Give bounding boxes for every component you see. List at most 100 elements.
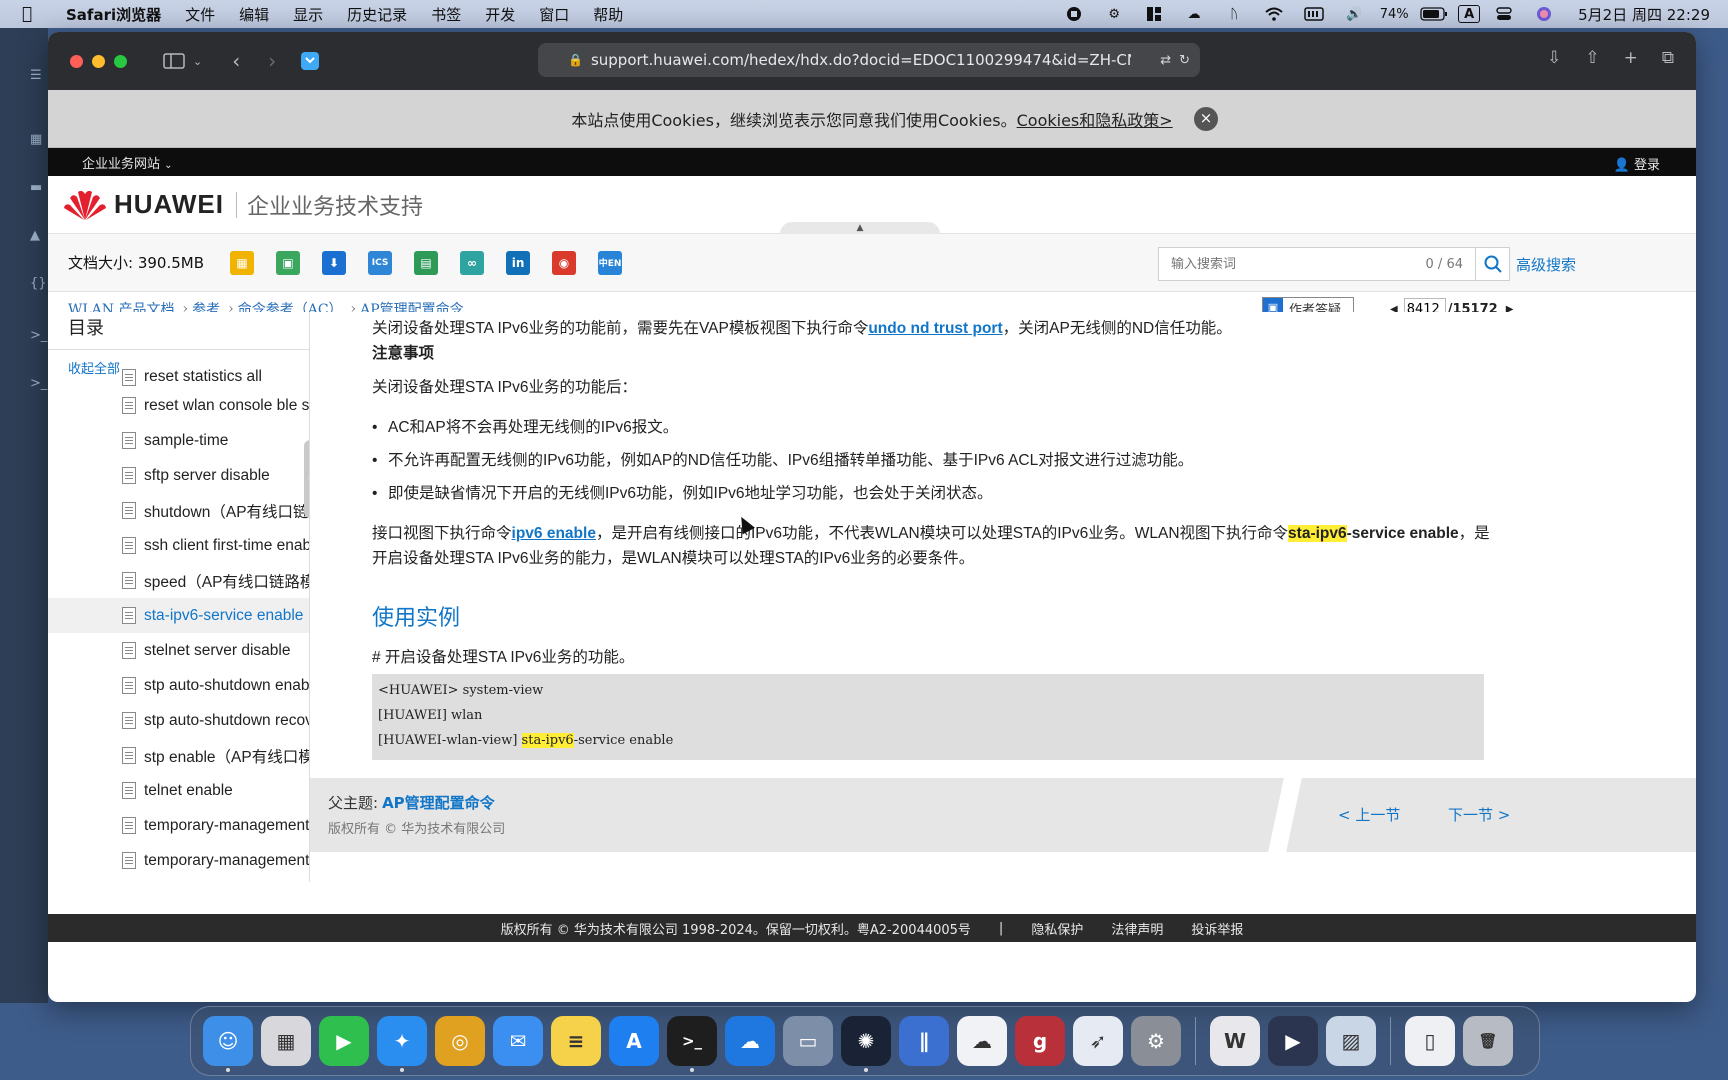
toc-item[interactable]: speed（AP有线口链路模 — [48, 563, 309, 598]
parent-topic-link[interactable]: AP管理配置命令 — [382, 794, 495, 812]
toc-item[interactable]: telnet enable — [48, 773, 309, 808]
toc-item[interactable]: sample-time — [48, 423, 309, 458]
linkedin-icon[interactable]: in — [506, 250, 531, 275]
address-bar[interactable]: 🔒 support.huawei.com/hedex/hdx.do?docid=… — [538, 43, 1200, 77]
tab-overview-icon[interactable]: ⧉ — [1662, 48, 1674, 68]
terminal-app[interactable]: >_ — [667, 1016, 717, 1072]
battery-icon[interactable] — [1418, 3, 1450, 25]
launchpad-app[interactable]: ▦ — [261, 1016, 311, 1066]
header-collapse-tab[interactable]: ▲ — [780, 222, 940, 234]
volume-icon[interactable]: 🔊 — [1338, 3, 1370, 25]
translate-icon[interactable]: ⇄ — [1160, 53, 1171, 68]
toc-item[interactable]: sftp server disable — [48, 458, 309, 493]
menu-history[interactable]: 历史记录 — [335, 4, 419, 25]
doc-search-field[interactable]: 0 / 64 — [1158, 247, 1476, 281]
toc-item[interactable]: temporary-management — [48, 843, 309, 878]
git-app[interactable]: g — [1015, 1016, 1065, 1066]
prev-section-link[interactable]: < 上一节 — [1338, 804, 1400, 825]
search-button[interactable] — [1476, 247, 1510, 281]
rocket-app[interactable]: ➶ — [1073, 1016, 1123, 1066]
cloud-client-app[interactable]: ☁ — [957, 1016, 1007, 1066]
pdf-icon[interactable]: ▦ — [230, 250, 255, 275]
reload-icon[interactable]: ↻ — [1179, 53, 1190, 68]
toc-item[interactable]: stp auto-shutdown enabl — [48, 668, 309, 703]
sidebar-toggle-icon[interactable] — [163, 53, 185, 69]
preview-app[interactable]: ▨ — [1326, 1016, 1376, 1066]
toc-item[interactable]: reset statistics all — [48, 366, 309, 388]
weibo-icon[interactable]: ◉ — [552, 250, 577, 275]
back-button[interactable]: ‹ — [232, 49, 240, 73]
mail-app[interactable]: ✉ — [493, 1016, 543, 1066]
huawei-logo[interactable]: HUAWEI — [62, 188, 224, 222]
menu-app-name[interactable]: Safari浏览器 — [54, 4, 173, 25]
toc-item[interactable]: sta-ipv6-service enable — [48, 598, 309, 633]
toc-item[interactable]: stp enable（AP有线口模 — [48, 738, 309, 773]
toc-item[interactable]: ssh client first-time enabl — [48, 528, 309, 563]
control-center-icon[interactable] — [1488, 3, 1520, 25]
toc-item[interactable]: temporary-management — [48, 808, 309, 843]
notification-icon[interactable]: ☁ — [1178, 3, 1210, 25]
safari-app[interactable]: ✦ — [377, 1016, 427, 1072]
feedback-icon[interactable]: ▤ — [414, 250, 439, 275]
forward-button[interactable]: › — [268, 49, 276, 73]
menu-window[interactable]: 窗口 — [527, 4, 581, 25]
remote-desktop-app[interactable]: ▭ — [783, 1016, 833, 1066]
menu-help[interactable]: 帮助 — [581, 4, 635, 25]
menu-bookmarks[interactable]: 书签 — [419, 4, 473, 25]
link-icon[interactable]: ∞ — [460, 250, 485, 275]
downloads-icon[interactable]: ⇩ — [1547, 48, 1561, 68]
cookie-close-button[interactable]: × — [1194, 107, 1218, 131]
chevron-down-icon[interactable]: ⌄ — [193, 55, 202, 68]
system-settings-app[interactable]: ⚙ — [1131, 1016, 1181, 1066]
wifi-icon[interactable] — [1258, 3, 1290, 25]
chatgpt-app[interactable]: ✺ — [841, 1016, 891, 1072]
extension-shield-icon[interactable] — [300, 51, 320, 71]
grid-icon[interactable] — [1138, 3, 1170, 25]
finder-app[interactable]: ☺ — [203, 1016, 253, 1072]
minimize-window-button[interactable] — [92, 54, 105, 68]
menu-view[interactable]: 显示 — [281, 4, 335, 25]
enterprise-site-menu[interactable]: 企业业务网站 ⌄ — [82, 153, 173, 172]
apple-menu-icon[interactable]:  — [0, 4, 54, 24]
menubar-clock[interactable]: 5月2日 周四 22:29 — [1578, 4, 1710, 25]
chrome-app[interactable]: ◎ — [435, 1016, 485, 1066]
input-method-icon[interactable]: A — [1458, 5, 1481, 23]
bluetooth-icon[interactable]: ᚢ — [1218, 3, 1250, 25]
parallels-app[interactable]: ∥ — [899, 1016, 949, 1066]
document-folder[interactable]: ▯ — [1405, 1016, 1455, 1066]
toc-item[interactable]: stp auto-shutdown recov — [48, 703, 309, 738]
record-icon[interactable] — [1058, 3, 1090, 25]
cookie-policy-link[interactable]: Cookies和隐私政策> — [1017, 107, 1173, 131]
close-window-button[interactable] — [70, 54, 83, 68]
language-icon[interactable]: 中EN — [598, 250, 623, 275]
report-link[interactable]: 投诉举报 — [1191, 919, 1243, 938]
command-link[interactable]: ipv6 enable — [512, 525, 596, 542]
toc-item[interactable]: stelnet server disable — [48, 633, 309, 668]
url-text[interactable]: support.huawei.com/hedex/hdx.do?docid=ED… — [591, 51, 1131, 69]
advanced-search-link[interactable]: 高级搜索 — [1516, 254, 1576, 275]
trash-app[interactable]: 🗑 — [1463, 1016, 1513, 1066]
privacy-link[interactable]: 隐私保护 — [1031, 919, 1083, 938]
next-section-link[interactable]: 下一节 > — [1448, 804, 1510, 825]
menu-file[interactable]: 文件 — [173, 4, 227, 25]
cloud-sync-app[interactable]: ☁ — [725, 1016, 775, 1066]
toc-item[interactable]: shutdown（AP有线口链路 — [48, 493, 309, 528]
video-app[interactable]: ▶ — [1268, 1016, 1318, 1066]
login-link[interactable]: 👤 登录 — [1614, 154, 1660, 173]
git-status-icon[interactable]: ⚙ — [1098, 3, 1130, 25]
share-icon[interactable]: ⇧ — [1585, 48, 1599, 68]
facetime-app[interactable]: ▶ — [319, 1016, 369, 1066]
toc-item[interactable]: reset wlan console ble st — [48, 388, 309, 423]
menu-edit[interactable]: 编辑 — [227, 4, 281, 25]
zoom-window-button[interactable] — [114, 54, 127, 68]
command-link[interactable]: undo nd trust port — [868, 320, 1002, 337]
wps-app[interactable]: W — [1210, 1016, 1260, 1066]
download-icon[interactable]: ⬇ — [322, 250, 347, 275]
new-tab-icon[interactable]: + — [1624, 48, 1638, 68]
doc-search-input[interactable] — [1171, 256, 1391, 272]
memory-icon[interactable] — [1298, 3, 1330, 25]
siri-icon[interactable] — [1528, 3, 1560, 25]
menu-develop[interactable]: 开发 — [473, 4, 527, 25]
notes-app[interactable]: ≡ — [551, 1016, 601, 1066]
screen-icon[interactable]: ▣ — [276, 250, 301, 275]
